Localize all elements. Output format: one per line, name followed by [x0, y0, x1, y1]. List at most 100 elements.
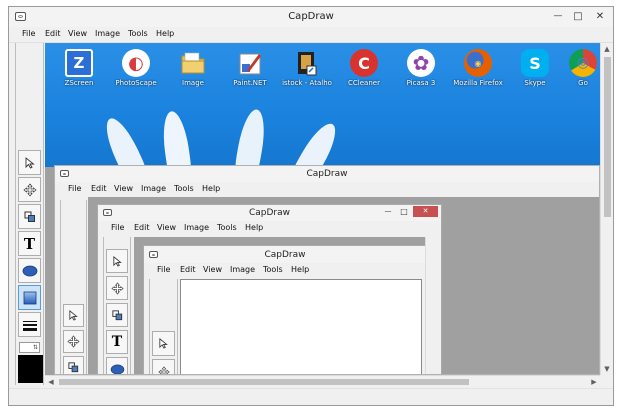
capdraw-window-nested-1: CapDraw File Edit View Image Tools Help [54, 165, 600, 375]
arrow-pointer-icon [159, 338, 168, 349]
drawing-canvas[interactable] [180, 279, 422, 374]
menu-tools[interactable]: Tools [174, 184, 194, 193]
text-tool[interactable]: T [18, 231, 41, 256]
select-tool[interactable] [106, 249, 128, 273]
minimize-button[interactable]: — [381, 206, 395, 217]
desktop-icon-photoscape[interactable]: ◐ PhotoScape [107, 49, 165, 87]
move-tool[interactable] [152, 359, 175, 374]
close-button[interactable]: ✕ [413, 206, 438, 217]
menu-edit[interactable]: Edit [91, 184, 107, 193]
istock-icon [293, 49, 321, 77]
flower-petal [283, 118, 343, 167]
capdraw-window-outer: CapDraw — □ ✕ File Edit View Image Tools… [8, 6, 614, 406]
desktop-icon-label: PhotoScape [115, 79, 157, 87]
crop-icon [111, 309, 122, 320]
select-tool[interactable] [18, 150, 41, 175]
menu-edit[interactable]: Edit [180, 265, 196, 274]
title-bar[interactable]: CapDraw — □ ✕ [98, 205, 441, 221]
desktop-icon-paintnet[interactable]: Paint.NET [221, 49, 279, 87]
desktop-icon-istock[interactable]: istock - Atalho [278, 49, 336, 87]
color-swatch-foreground[interactable] [18, 355, 43, 383]
crop-tool[interactable] [106, 303, 128, 327]
move-tool[interactable] [63, 330, 84, 353]
desktop-icon-label: Paint.NET [233, 79, 267, 87]
menu-tools[interactable]: Tools [263, 265, 283, 274]
vertical-scrollbar[interactable] [425, 237, 434, 374]
menu-help[interactable]: Help [202, 184, 220, 193]
text-tool[interactable]: T [106, 330, 128, 354]
close-button[interactable]: ✕ [589, 9, 611, 24]
title-bar[interactable]: CapDraw [144, 246, 426, 263]
desktop-screenshot: Z ZScreen ◐ PhotoScape Image Paint.NET i… [45, 43, 600, 167]
minimize-button[interactable]: — [549, 9, 567, 24]
menu-image[interactable]: Image [141, 184, 166, 193]
line-width-tool[interactable] [18, 312, 41, 337]
scroll-right-arrow[interactable]: ▶ [589, 377, 599, 387]
desktop-icon-go[interactable]: ◎ Go [563, 49, 600, 87]
menu-edit[interactable]: Edit [134, 223, 150, 232]
desktop-icon-label: ZScreen [64, 79, 94, 87]
zscreen-icon: Z [65, 49, 93, 77]
move-tool[interactable] [106, 276, 128, 300]
canvas-area[interactable]: Z ZScreen ◐ PhotoScape Image Paint.NET i… [45, 43, 600, 375]
window-title: CapDraw [264, 250, 306, 260]
canvas-area[interactable]: CapDraw — □ ✕ File Edit View Image Tools… [88, 197, 599, 374]
scroll-left-arrow[interactable]: ◀ [46, 377, 56, 387]
firefox-icon: ◉ [464, 49, 492, 77]
menu-tools[interactable]: Tools [217, 223, 237, 232]
skype-icon: S [521, 49, 549, 77]
menu-file[interactable]: File [111, 223, 124, 232]
flower-petal [99, 113, 155, 167]
menu-view[interactable]: View [203, 265, 222, 274]
desktop-icon-label: CCleaner [348, 79, 380, 87]
menu-view[interactable]: View [68, 29, 87, 38]
scroll-down-arrow[interactable]: ▼ [602, 364, 612, 374]
menu-help[interactable]: Help [291, 265, 309, 274]
desktop-icon-zscreen[interactable]: Z ZScreen [50, 49, 108, 87]
menu-file[interactable]: File [157, 265, 170, 274]
menu-help[interactable]: Help [156, 29, 174, 38]
ellipse-tool[interactable] [106, 357, 128, 374]
maximize-button[interactable]: □ [397, 206, 411, 217]
menu-bar: File Edit View Image Tools Help [9, 27, 613, 43]
canvas-area[interactable]: CapDraw File Edit View Image Tools Help [134, 237, 434, 374]
desktop-icon-picasa[interactable]: ✿ Picasa 3 [392, 49, 450, 87]
horizontal-scroll-thumb[interactable] [59, 379, 469, 385]
picasa-icon: ✿ [407, 49, 435, 77]
crop-tool[interactable] [63, 356, 84, 374]
move-arrows-icon [67, 335, 80, 348]
title-bar[interactable]: CapDraw — □ ✕ [9, 7, 613, 27]
scroll-up-arrow[interactable]: ▲ [602, 44, 612, 54]
menu-view[interactable]: View [157, 223, 176, 232]
desktop-icon-firefox[interactable]: ◉ Mozilla Firefox [449, 49, 507, 87]
maximize-button[interactable]: □ [569, 9, 587, 24]
desktop-icon-skype[interactable]: S Skype [506, 49, 564, 87]
select-tool[interactable] [152, 331, 175, 356]
menu-bar: File Edit View Image Tools Help [98, 221, 441, 235]
vertical-scrollbar[interactable]: ▲ ▼ [600, 43, 613, 375]
menu-file[interactable]: File [68, 184, 81, 193]
menu-edit[interactable]: Edit [45, 29, 61, 38]
menu-image[interactable]: Image [184, 223, 209, 232]
menu-view[interactable]: View [114, 184, 133, 193]
flower-petal [231, 107, 269, 167]
horizontal-scrollbar[interactable]: ◀ ▶ [45, 375, 600, 387]
menu-image[interactable]: Image [95, 29, 120, 38]
desktop-icon-ccleaner[interactable]: C CCleaner [335, 49, 393, 87]
crop-tool[interactable] [18, 204, 41, 229]
text-icon: T [111, 334, 123, 350]
vertical-scroll-thumb[interactable] [604, 57, 611, 217]
select-tool[interactable] [63, 304, 84, 327]
swap-colors-icon[interactable]: ⇅ [33, 344, 41, 351]
desktop-icon-image[interactable]: Image [164, 49, 222, 87]
menu-image[interactable]: Image [230, 265, 255, 274]
move-arrows-icon [110, 281, 124, 295]
rectangle-tool[interactable] [18, 285, 41, 310]
menu-tools[interactable]: Tools [128, 29, 148, 38]
menu-help[interactable]: Help [245, 223, 263, 232]
rectangle-icon [23, 291, 36, 304]
move-tool[interactable] [18, 177, 41, 202]
ellipse-tool[interactable] [18, 258, 41, 283]
menu-file[interactable]: File [22, 29, 35, 38]
title-bar[interactable]: CapDraw [55, 166, 599, 182]
